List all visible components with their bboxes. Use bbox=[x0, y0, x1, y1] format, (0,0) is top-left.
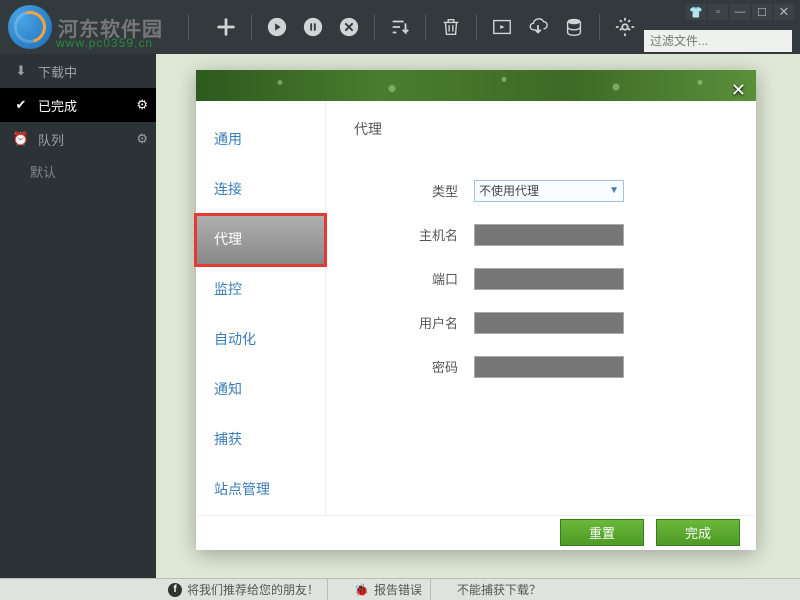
type-label: 类型 bbox=[354, 181, 474, 200]
cloud-download-button[interactable] bbox=[521, 10, 555, 44]
check-icon: ✔ bbox=[12, 97, 30, 113]
password-input[interactable] bbox=[474, 356, 624, 378]
window-restore-icon[interactable]: ▫ bbox=[708, 4, 728, 20]
gear-icon[interactable]: ⚙ bbox=[136, 97, 148, 113]
proxy-type-select[interactable]: 不使用代理 ▼ bbox=[474, 180, 624, 202]
nav-notification[interactable]: 通知 bbox=[196, 365, 325, 415]
trash-button[interactable] bbox=[434, 10, 468, 44]
filter-search[interactable] bbox=[644, 30, 792, 52]
theme-icon[interactable]: 👕 bbox=[686, 4, 706, 20]
pause-button[interactable] bbox=[296, 10, 330, 44]
bug-icon: 🐞 bbox=[354, 583, 369, 597]
nav-general[interactable]: 通用 bbox=[196, 115, 325, 165]
done-button[interactable]: 完成 bbox=[656, 519, 740, 546]
nav-connection[interactable]: 连接 bbox=[196, 165, 325, 215]
footer-text: 不能捕获下载？ bbox=[457, 581, 541, 598]
sidebar-sub-default[interactable]: 默认 bbox=[0, 156, 156, 186]
facebook-icon: f bbox=[168, 583, 182, 597]
host-input[interactable] bbox=[474, 224, 624, 246]
nav-sites[interactable]: 站点管理 bbox=[196, 465, 325, 515]
close-icon[interactable]: ✕ bbox=[731, 80, 746, 101]
select-value: 不使用代理 bbox=[479, 182, 539, 199]
panel-title: 代理 bbox=[354, 119, 728, 139]
sidebar-item-downloading[interactable]: ⬇ 下载中 bbox=[0, 54, 156, 88]
report-bug-link[interactable]: 🐞 报告错误 bbox=[346, 579, 431, 600]
gear-icon[interactable]: ⚙ bbox=[136, 131, 148, 147]
footer-text: 报告错误 bbox=[374, 581, 422, 598]
minimize-icon[interactable]: — bbox=[730, 4, 750, 20]
port-label: 端口 bbox=[354, 269, 474, 288]
nav-proxy[interactable]: 代理 bbox=[196, 215, 325, 265]
clock-icon: ⏰ bbox=[12, 131, 30, 147]
host-label: 主机名 bbox=[354, 225, 474, 244]
dialog-nav: 通用 连接 代理 监控 自动化 通知 捕获 站点管理 bbox=[196, 101, 326, 515]
nav-automation[interactable]: 自动化 bbox=[196, 315, 325, 365]
maximize-icon[interactable]: ☐ bbox=[752, 4, 772, 20]
play-button[interactable] bbox=[260, 10, 294, 44]
sidebar-item-label: 队列 bbox=[38, 130, 64, 149]
user-label: 用户名 bbox=[354, 313, 474, 332]
footer-text: 将我们推荐给您的朋友！ bbox=[187, 581, 319, 598]
settings-dialog: ✕ 通用 连接 代理 监控 自动化 通知 捕获 站点管理 代理 类型 bbox=[196, 70, 756, 550]
sidebar-item-completed[interactable]: ✔ 已完成 ⚙ bbox=[0, 88, 156, 122]
brand-url: www.pc0359.cn bbox=[56, 36, 153, 50]
dialog-header: ✕ bbox=[196, 70, 756, 101]
media-button[interactable] bbox=[485, 10, 519, 44]
status-bar: f 将我们推荐给您的朋友！ 🐞 报告错误 不能捕获下载？ bbox=[0, 578, 800, 600]
download-icon: ⬇ bbox=[12, 63, 30, 79]
close-window-icon[interactable]: ✕ bbox=[774, 4, 794, 20]
sidebar-item-label: 已完成 bbox=[38, 96, 77, 115]
add-button[interactable] bbox=[209, 10, 243, 44]
nav-monitor[interactable]: 监控 bbox=[196, 265, 325, 315]
filter-input[interactable] bbox=[644, 34, 800, 48]
reset-button[interactable]: 重置 bbox=[560, 519, 644, 546]
sidebar: ⬇ 下载中 ✔ 已完成 ⚙ ⏰ 队列 ⚙ 默认 bbox=[0, 54, 156, 578]
sort-button[interactable] bbox=[383, 10, 417, 44]
username-input[interactable] bbox=[474, 312, 624, 334]
settings-button[interactable] bbox=[608, 10, 642, 44]
app-logo: 河东软件园 www.pc0359.cn bbox=[8, 0, 178, 54]
sidebar-item-queue[interactable]: ⏰ 队列 ⚙ bbox=[0, 122, 156, 156]
port-input[interactable] bbox=[474, 268, 624, 290]
recommend-link[interactable]: f 将我们推荐给您的朋友！ bbox=[160, 579, 328, 600]
pass-label: 密码 bbox=[354, 357, 474, 376]
chevron-down-icon: ▼ bbox=[609, 185, 619, 196]
sidebar-item-label: 下载中 bbox=[38, 62, 77, 81]
nav-capture[interactable]: 捕获 bbox=[196, 415, 325, 465]
capture-help-link[interactable]: 不能捕获下载？ bbox=[449, 579, 549, 600]
database-button[interactable] bbox=[557, 10, 591, 44]
cancel-button[interactable] bbox=[332, 10, 366, 44]
